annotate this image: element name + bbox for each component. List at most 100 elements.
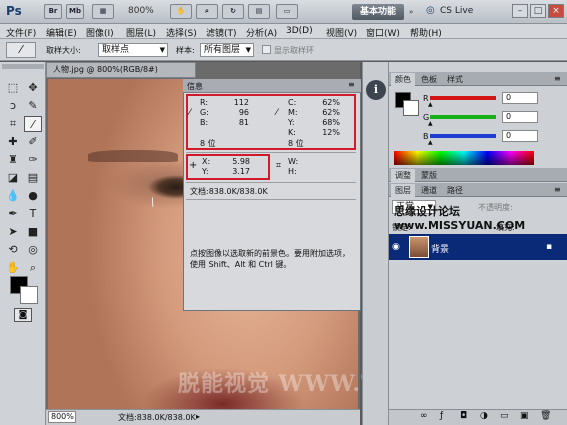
menu-view[interactable]: 视图(V) — [326, 26, 357, 39]
eyedropper-tool-icon[interactable]: ⁄ — [24, 116, 42, 132]
menu-analysis[interactable]: 分析(A) — [246, 26, 277, 39]
zoom-percentage-field[interactable]: 800% — [48, 411, 76, 423]
move-tool-icon[interactable]: ✥ — [24, 80, 42, 96]
menu-edit[interactable]: 编辑(E) — [46, 26, 77, 39]
layer-style-icon[interactable]: ƒ — [440, 411, 443, 421]
view-extras-icon[interactable]: ▦ — [92, 4, 114, 19]
color-spectrum-bar[interactable] — [394, 151, 534, 165]
pen-tool-icon[interactable]: ✒ — [4, 206, 22, 222]
background-color-swatch[interactable] — [403, 100, 419, 116]
new-layer-icon[interactable]: ▣ — [520, 411, 529, 421]
layer-name[interactable]: 背景 — [431, 242, 449, 255]
red-slider[interactable] — [430, 96, 496, 100]
menu-layer[interactable]: 图层(L) — [126, 26, 156, 39]
status-bar — [46, 409, 360, 425]
close-button[interactable]: × — [548, 4, 564, 18]
workspace-essentials-button[interactable]: 基本功能 — [352, 4, 404, 20]
quick-mask-icon[interactable]: ◙ — [14, 308, 32, 322]
panel-menu-icon[interactable]: ≡ — [348, 80, 355, 89]
tab-layers[interactable]: 图层 — [391, 184, 415, 197]
zoom-tool-icon[interactable]: ⌕ — [24, 260, 42, 276]
menu-select[interactable]: 选择(S) — [166, 26, 197, 39]
arrange-documents-icon[interactable]: ▤ — [248, 4, 270, 19]
green-slider[interactable] — [430, 115, 496, 119]
show-ring-checkbox[interactable] — [262, 45, 271, 54]
sample-select[interactable]: 所有图层 ▼ — [200, 43, 254, 57]
clone-stamp-icon[interactable]: ♜ — [4, 152, 22, 168]
eye-visibility-icon[interactable]: ◉ — [392, 242, 400, 252]
menu-image[interactable]: 图像(I) — [86, 26, 114, 39]
document-size-status: 文档:838.0K/838.0K — [118, 413, 196, 422]
lasso-tool-icon[interactable]: ↄ — [4, 98, 22, 114]
blue-value-field[interactable]: 0 — [502, 130, 538, 142]
zoom-tool-icon[interactable]: ⌕ — [196, 4, 218, 19]
tab-swatches[interactable]: 色板 — [417, 73, 441, 86]
lock-icon: ▪ — [546, 242, 553, 252]
menu-window[interactable]: 窗口(W) — [366, 26, 400, 39]
menu-help[interactable]: 帮助(H) — [410, 26, 442, 39]
status-arrow-icon[interactable]: ▸ — [196, 412, 200, 421]
crop-tool-icon[interactable]: ⌗ — [4, 116, 22, 132]
zoom-level-dropdown[interactable]: 800% — [128, 6, 154, 16]
info-doc-size: 文档:838.0K/838.0K — [190, 187, 268, 196]
w-label: W: — [288, 157, 299, 166]
shape-tool-icon[interactable]: ■ — [24, 224, 42, 240]
path-select-icon[interactable]: ➤ — [4, 224, 22, 240]
background-color-swatch[interactable] — [20, 286, 38, 304]
healing-brush-icon[interactable]: ✚ — [4, 134, 22, 150]
type-tool-icon[interactable]: T — [24, 206, 42, 222]
marquee-tool-icon[interactable]: ⬚ — [4, 80, 22, 96]
tab-channels[interactable]: 通道 — [417, 184, 441, 197]
info-panel-icon[interactable]: i — [366, 80, 386, 100]
mini-bridge-button[interactable]: Mb — [66, 4, 84, 19]
menu-3d[interactable]: 3D(D) — [286, 26, 313, 36]
workspace-chevron-icon[interactable]: » — [409, 8, 413, 16]
minimize-button[interactable]: – — [512, 4, 528, 18]
panel-menu-icon[interactable]: ≡ — [554, 74, 561, 83]
info-panel-header[interactable] — [183, 79, 361, 93]
new-group-icon[interactable]: ▭ — [500, 411, 509, 421]
sample-size-select[interactable]: 取样点 ▼ — [98, 43, 168, 57]
toolbox-grip[interactable] — [2, 64, 44, 69]
screen-mode-icon[interactable]: ▭ — [276, 4, 298, 19]
r-label: R: — [200, 98, 209, 107]
b-label: B: — [200, 118, 209, 127]
menu-file[interactable]: 文件(F) — [6, 26, 36, 39]
gradient-tool-icon[interactable]: ▤ — [24, 170, 42, 186]
cs-live-button[interactable]: CS Live — [440, 6, 473, 16]
tab-color[interactable]: 颜色 — [391, 73, 415, 86]
layer-mask-icon[interactable]: ◘ — [460, 411, 467, 421]
history-brush-icon[interactable]: ✑ — [24, 152, 42, 168]
quick-select-icon[interactable]: ✎ — [24, 98, 42, 114]
g-label: G: — [200, 108, 209, 117]
link-layers-icon[interactable]: ∞ — [420, 411, 428, 421]
maximize-button[interactable]: □ — [530, 4, 546, 18]
slider-thumb-icon[interactable]: ▲ — [428, 139, 433, 146]
tab-styles[interactable]: 样式 — [443, 73, 467, 86]
hand-tool-icon[interactable]: ✋ — [170, 4, 192, 19]
blue-slider[interactable] — [430, 134, 496, 138]
tab-paths[interactable]: 路径 — [443, 184, 467, 197]
trash-icon[interactable]: 🗑 — [540, 411, 551, 421]
rotate-view-icon[interactable]: ↻ — [222, 4, 244, 19]
dodge-tool-icon[interactable]: ● — [24, 188, 42, 204]
red-value-field[interactable]: 0 — [502, 92, 538, 104]
bridge-button[interactable]: Br — [44, 4, 62, 19]
adjustment-layer-icon[interactable]: ◑ — [480, 411, 488, 421]
eyedropper-preset-icon[interactable]: ⁄ — [6, 42, 36, 58]
3d-rotate-icon[interactable]: ⟲ — [4, 242, 22, 258]
tab-adjustments[interactable]: 调整 — [391, 169, 415, 182]
panel-menu-icon[interactable]: ≡ — [554, 185, 561, 194]
eraser-tool-icon[interactable]: ◪ — [4, 170, 22, 186]
green-value-field[interactable]: 0 — [502, 111, 538, 123]
hand-tool-icon[interactable]: ✋ — [4, 260, 22, 276]
slider-thumb-icon[interactable]: ▲ — [428, 120, 433, 127]
3d-orbit-icon[interactable]: ◎ — [24, 242, 42, 258]
brush-tool-icon[interactable]: ✐ — [24, 134, 42, 150]
document-tab[interactable]: 人物.jpg @ 800%(RGB/8#) — [46, 62, 196, 78]
menu-filter[interactable]: 滤镜(T) — [206, 26, 237, 39]
sample-label: 样本: — [176, 46, 195, 55]
slider-thumb-icon[interactable]: ▲ — [428, 101, 433, 108]
blur-tool-icon[interactable]: 💧 — [4, 188, 22, 204]
tab-masks[interactable]: 蒙版 — [417, 169, 441, 182]
